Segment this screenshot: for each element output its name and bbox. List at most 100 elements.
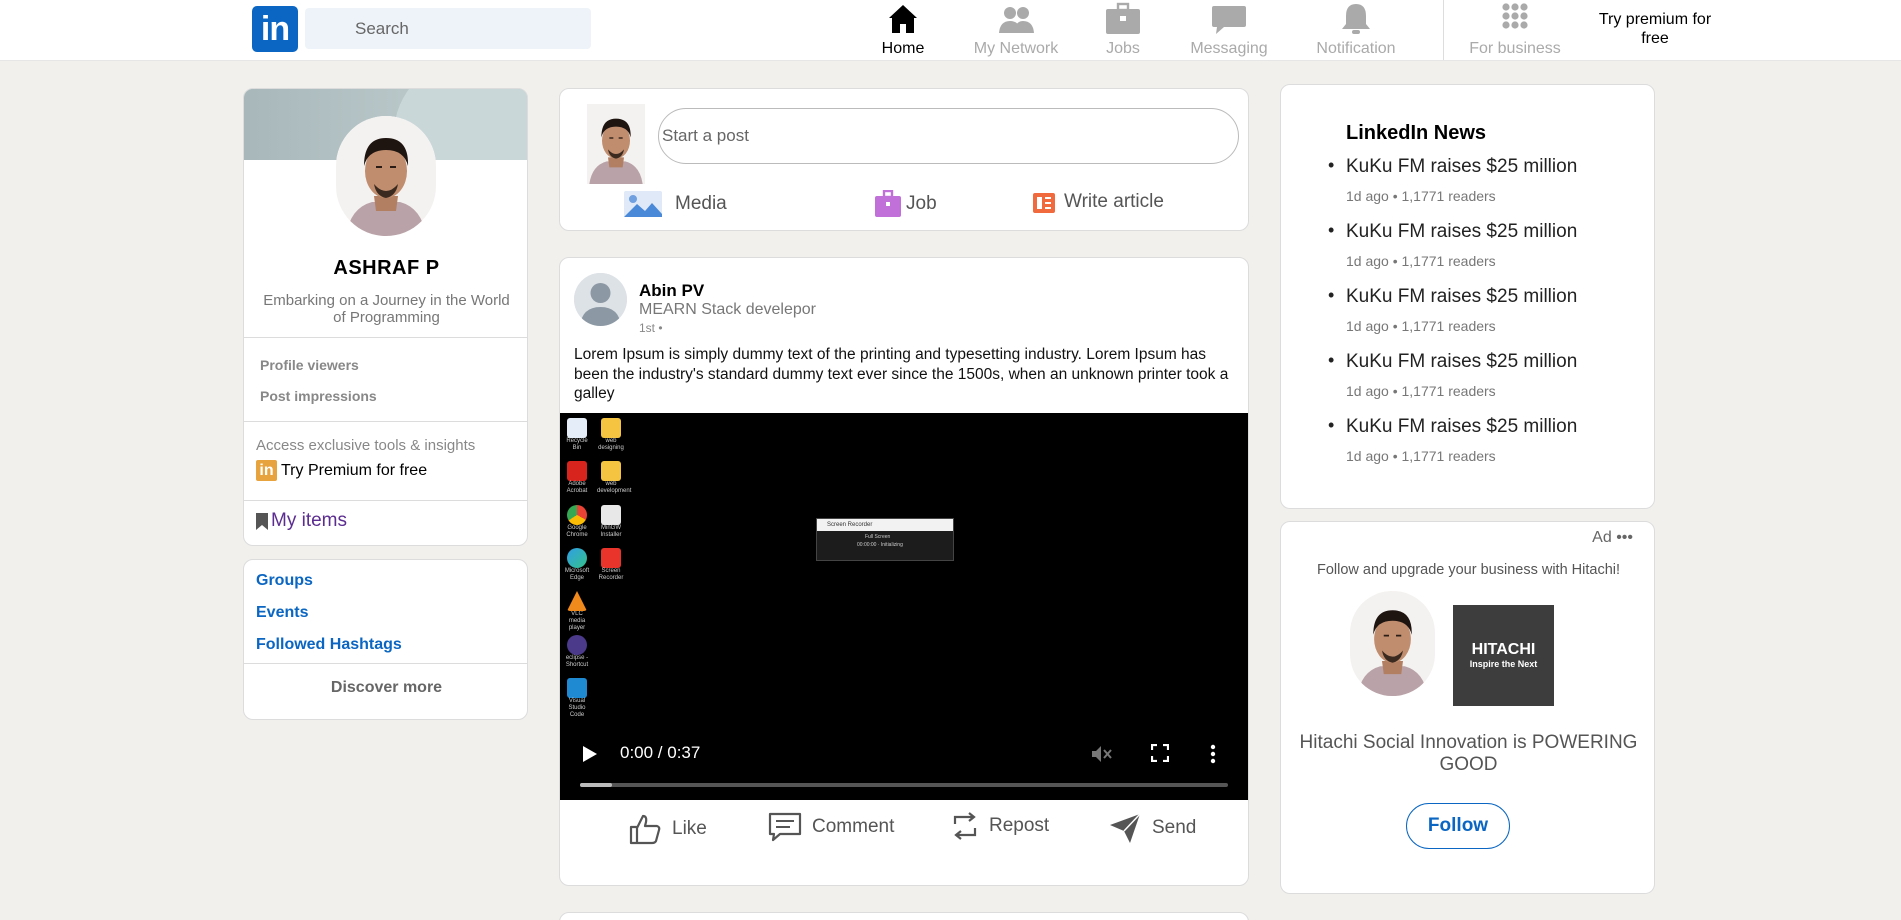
ad-card: Ad ••• Follow and upgrade your business … [1280, 521, 1655, 894]
news-meta: 1d ago • 1,1771 readers [1346, 383, 1496, 399]
nav-for-business[interactable]: For business [1467, 0, 1563, 60]
news-item[interactable]: KuKu FM raises $25 million 1d ago • 1,17… [1328, 350, 1577, 399]
comment-button[interactable]: Comment [768, 812, 894, 842]
news-item[interactable]: KuKu FM raises $25 million 1d ago • 1,17… [1328, 220, 1577, 269]
video-time: 0:00 / 0:37 [620, 743, 701, 762]
profile-viewers-link[interactable]: Profile viewers [260, 357, 359, 373]
avatar[interactable] [574, 273, 627, 326]
desktop-icon: web development [597, 461, 631, 495]
play-icon[interactable] [582, 745, 598, 763]
news-headline: KuKu FM raises $25 million [1328, 350, 1577, 373]
post-composer: Media Job Write article [559, 88, 1249, 231]
nav-label: My Network [973, 40, 1059, 57]
news-headline: KuKu FM raises $25 million [1328, 415, 1577, 438]
groups-link[interactable]: Groups [256, 572, 313, 590]
screen-recorder-window: Screen Recorder Full Screen 00:00:00 · I… [816, 518, 954, 561]
news-meta: 1d ago • 1,1771 readers [1346, 253, 1496, 269]
mute-icon[interactable] [1090, 743, 1112, 765]
news-meta: 1d ago • 1,1771 readers [1346, 448, 1496, 464]
premium-icon: in [256, 460, 277, 481]
nav-notification[interactable]: Notification [1314, 0, 1398, 60]
try-premium-link[interactable]: Try premium for free [1590, 10, 1720, 48]
recorder-mode: Full Screen [865, 534, 891, 540]
video-progress-bar[interactable] [580, 783, 1228, 787]
hitachi-logo: HITACHI Inspire the Next [1453, 605, 1554, 706]
news-item[interactable]: KuKu FM raises $25 million 1d ago • 1,17… [1328, 285, 1577, 334]
news-headline: KuKu FM raises $25 million [1328, 285, 1577, 308]
post-impressions-link[interactable]: Post impressions [260, 388, 377, 404]
post-body: Lorem Ipsum is simply dummy text of the … [574, 346, 1229, 402]
desktop-icon: Microsoft Edge [563, 548, 591, 582]
write-article-button[interactable]: Write article [1032, 190, 1164, 214]
start-post-input[interactable] [658, 108, 1239, 164]
nav-label: For business [1469, 40, 1561, 57]
brand-slogan: Inspire the Next [1469, 659, 1538, 669]
links-card: Groups Events Followed Hashtags Discover… [243, 559, 528, 720]
repost-button[interactable]: Repost [951, 812, 1049, 840]
follow-button[interactable]: Follow [1406, 803, 1510, 849]
connection-degree: 1st • [639, 321, 663, 335]
more-options-icon[interactable] [1210, 744, 1216, 764]
desktop-icon: Visual Studio Code [563, 678, 591, 719]
news-title: LinkedIn News [1346, 122, 1487, 144]
my-items-link[interactable]: My items [256, 510, 347, 532]
chat-icon [1212, 6, 1246, 34]
my-items-label: My items [271, 510, 347, 531]
divider [244, 500, 527, 501]
nav-jobs[interactable]: Jobs [1102, 0, 1144, 60]
profile-name[interactable]: ASHRAF P [244, 257, 527, 280]
top-navbar: in Home My Network Jobs Messaging Notifi… [0, 0, 1901, 61]
desktop-icon: VLC media player [563, 591, 591, 632]
search-input[interactable] [305, 8, 591, 49]
article-icon [1033, 193, 1055, 213]
profile-tagline: Embarking on a Journey in the World of P… [263, 292, 510, 326]
desktop-icon: eclipse - Shortcut [563, 635, 591, 669]
like-button[interactable]: Like [628, 812, 707, 846]
avatar[interactable] [336, 116, 436, 236]
send-icon [1110, 813, 1141, 843]
news-meta: 1d ago • 1,1771 readers [1346, 318, 1496, 334]
repost-icon [953, 812, 977, 840]
news-headline: KuKu FM raises $25 million [1328, 220, 1577, 243]
media-button[interactable]: Media [623, 190, 727, 218]
avatar [587, 104, 645, 184]
briefcase-icon [875, 190, 901, 217]
events-link[interactable]: Events [256, 604, 308, 622]
followed-hashtags-link[interactable]: Followed Hashtags [256, 636, 402, 654]
nav-home[interactable]: Home [878, 0, 928, 60]
video-controls: 0:00 / 0:37 [560, 730, 1248, 800]
briefcase-icon [1106, 2, 1140, 34]
post-author[interactable]: Abin PV [639, 281, 704, 301]
divider [244, 663, 527, 664]
recorder-status: 00:00:00 · Initializing [857, 542, 903, 548]
grid-icon [1502, 3, 1528, 29]
news-item[interactable]: KuKu FM raises $25 million 1d ago • 1,17… [1328, 415, 1577, 464]
image-icon [624, 191, 662, 217]
ad-tagline: Hitachi Social Innovation is POWERING GO… [1299, 732, 1638, 775]
profile-card: ASHRAF P Embarking on a Journey in the W… [243, 88, 528, 546]
nav-my-network[interactable]: My Network [968, 0, 1064, 60]
fullscreen-icon[interactable] [1151, 744, 1169, 762]
divider [244, 421, 527, 422]
network-icon [999, 7, 1034, 33]
linkedin-logo[interactable]: in [252, 6, 298, 52]
try-premium-button[interactable]: in Try Premium for free [256, 460, 427, 481]
media-label: Media [675, 193, 727, 214]
divider [244, 337, 527, 338]
job-button[interactable]: Job [874, 190, 937, 218]
send-label: Send [1152, 817, 1197, 838]
nav-messaging[interactable]: Messaging [1187, 0, 1271, 60]
avatar [1350, 591, 1435, 696]
post-author-role: MEARN Stack develepor [639, 301, 816, 318]
send-button[interactable]: Send [1108, 812, 1196, 844]
nav-label: Jobs [1106, 40, 1140, 57]
ad-description: Follow and upgrade your business with Hi… [1316, 562, 1621, 578]
ad-label[interactable]: Ad ••• [1592, 529, 1633, 547]
job-label: Job [906, 193, 937, 214]
desktop-icon: Recycle Bin [563, 418, 591, 452]
news-item[interactable]: KuKu FM raises $25 million 1d ago • 1,17… [1328, 155, 1577, 204]
recorder-title: Screen Recorder [817, 519, 953, 531]
discover-more-button[interactable]: Discover more [244, 679, 527, 697]
news-headline: KuKu FM raises $25 million [1328, 155, 1577, 178]
video-player[interactable]: Recycle Bin web designing Adobe Acrobat … [560, 413, 1248, 800]
